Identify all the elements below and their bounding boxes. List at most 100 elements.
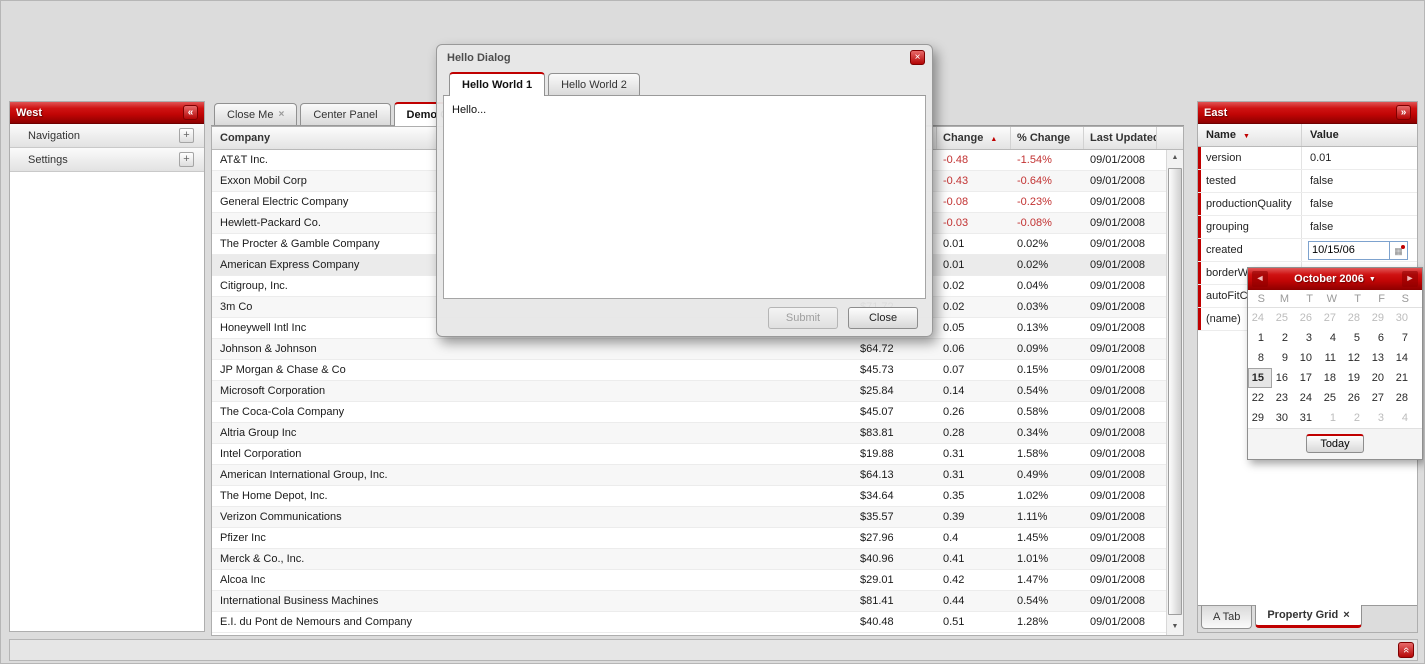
expand-south-icon[interactable]: « [1398, 642, 1414, 658]
day-cell[interactable]: 28 [1392, 388, 1416, 408]
day-cell[interactable]: 28 [1344, 308, 1368, 328]
day-cell[interactable]: 25 [1272, 308, 1296, 328]
accordion-item-navigation[interactable]: Navigation + [10, 124, 204, 148]
cell-price: $40.48 [844, 612, 937, 632]
column-header-value[interactable]: Value [1302, 124, 1417, 146]
day-cell[interactable]: 3 [1296, 328, 1320, 348]
calendar-trigger-icon[interactable]: ▦ [1390, 241, 1408, 260]
column-header-name[interactable]: Name ▼ [1198, 124, 1302, 146]
day-cell[interactable]: 21 [1392, 368, 1416, 388]
day-cell[interactable]: 3 [1368, 408, 1392, 428]
day-cell[interactable]: 14 [1392, 348, 1416, 368]
table-row[interactable]: The Coca-Cola Company$45.070.260.58%09/0… [212, 402, 1166, 423]
day-cell[interactable]: 1 [1248, 328, 1272, 348]
day-cell[interactable]: 6 [1368, 328, 1392, 348]
tab-close-icon[interactable]: × [278, 105, 284, 125]
day-cell[interactable]: 26 [1296, 308, 1320, 328]
tab-close-icon[interactable]: × [1343, 605, 1349, 626]
table-row[interactable]: Merck & Co., Inc.$40.960.411.01%09/01/20… [212, 549, 1166, 570]
month-selector[interactable]: October 2006 ▼ [1294, 273, 1376, 285]
prev-month-icon[interactable]: ◄ [1252, 271, 1268, 287]
date-field[interactable] [1308, 241, 1390, 260]
table-row[interactable]: Johnson & Johnson$64.720.060.09%09/01/20… [212, 339, 1166, 360]
dialog-header[interactable]: Hello Dialog × [437, 45, 932, 70]
submit-button[interactable]: Submit [768, 307, 838, 329]
day-cell[interactable]: 7 [1392, 328, 1416, 348]
selected-day-cell[interactable]: 15 [1248, 368, 1272, 388]
day-cell[interactable]: 5 [1344, 328, 1368, 348]
property-row[interactable]: groupingfalse [1198, 216, 1417, 239]
property-row[interactable]: created▦ [1198, 239, 1417, 262]
next-month-icon[interactable]: ► [1402, 271, 1418, 287]
table-row[interactable]: JP Morgan & Chase & Co$45.730.070.15%09/… [212, 360, 1166, 381]
expand-plus-icon[interactable]: + [179, 128, 194, 143]
day-cell[interactable]: 27 [1368, 388, 1392, 408]
day-cell[interactable]: 30 [1392, 308, 1416, 328]
day-cell[interactable]: 29 [1248, 408, 1272, 428]
day-cell[interactable]: 2 [1272, 328, 1296, 348]
collapse-left-icon[interactable]: « [183, 105, 198, 120]
day-cell[interactable]: 10 [1296, 348, 1320, 368]
day-cell[interactable]: 17 [1296, 368, 1320, 388]
expand-plus-icon[interactable]: + [179, 152, 194, 167]
table-row[interactable]: American International Group, Inc.$64.13… [212, 465, 1166, 486]
day-cell[interactable]: 20 [1368, 368, 1392, 388]
table-row[interactable]: Pfizer Inc$27.960.41.45%09/01/2008 [212, 528, 1166, 549]
tab-hello-world-2[interactable]: Hello World 2 [548, 73, 640, 95]
column-label: Name [1206, 129, 1236, 141]
tab-hello-world-1[interactable]: Hello World 1 [449, 72, 545, 96]
table-row[interactable]: Intel Corporation$19.880.311.58%09/01/20… [212, 444, 1166, 465]
column-header-pct-change[interactable]: % Change [1011, 127, 1084, 149]
property-row[interactable]: testedfalse [1198, 170, 1417, 193]
property-row[interactable]: productionQualityfalse [1198, 193, 1417, 216]
tab-close-me[interactable]: Close Me × [214, 103, 297, 125]
table-row[interactable]: International Business Machines$81.410.4… [212, 591, 1166, 612]
collapse-right-icon[interactable]: » [1396, 105, 1411, 120]
cell-upd: 09/01/2008 [1084, 402, 1157, 422]
close-button[interactable]: Close [848, 307, 918, 329]
day-cell[interactable]: 26 [1344, 388, 1368, 408]
tab-a-tab[interactable]: A Tab [1201, 606, 1252, 629]
day-cell[interactable]: 31 [1296, 408, 1320, 428]
table-row[interactable]: Verizon Communications$35.570.391.11%09/… [212, 507, 1166, 528]
table-row[interactable]: The Home Depot, Inc.$34.640.351.02%09/01… [212, 486, 1166, 507]
today-button[interactable]: Today [1306, 434, 1364, 453]
day-cell[interactable]: 4 [1392, 408, 1416, 428]
table-row[interactable]: Alcoa Inc$29.010.421.47%09/01/2008 [212, 570, 1166, 591]
day-cell[interactable]: 9 [1272, 348, 1296, 368]
tab-property-grid[interactable]: Property Grid × [1255, 605, 1361, 628]
scroll-up-icon[interactable]: ▲ [1167, 150, 1183, 166]
day-cell[interactable]: 1 [1320, 408, 1344, 428]
scroll-down-icon[interactable]: ▼ [1167, 619, 1183, 635]
day-cell[interactable]: 12 [1344, 348, 1368, 368]
scroll-thumb[interactable] [1168, 168, 1182, 615]
cell-price: $19.88 [844, 444, 937, 464]
day-cell[interactable]: 2 [1344, 408, 1368, 428]
day-cell[interactable]: 22 [1248, 388, 1272, 408]
day-cell[interactable]: 24 [1296, 388, 1320, 408]
table-row[interactable]: E.I. du Pont de Nemours and Company$40.4… [212, 612, 1166, 633]
day-cell[interactable]: 25 [1320, 388, 1344, 408]
column-header-change[interactable]: Change ▲ [937, 127, 1011, 149]
day-cell[interactable]: 4 [1320, 328, 1344, 348]
dialog-close-icon[interactable]: × [910, 50, 925, 65]
day-cell[interactable]: 11 [1320, 348, 1344, 368]
cell-pct: 1.45% [1011, 528, 1084, 548]
table-row[interactable]: Microsoft Corporation$25.840.140.54%09/0… [212, 381, 1166, 402]
day-cell[interactable]: 23 [1272, 388, 1296, 408]
day-cell[interactable]: 8 [1248, 348, 1272, 368]
column-header-last-updated[interactable]: Last Updated [1084, 127, 1157, 149]
table-row[interactable]: Altria Group Inc$83.810.280.34%09/01/200… [212, 423, 1166, 444]
day-cell[interactable]: 30 [1272, 408, 1296, 428]
day-cell[interactable]: 19 [1344, 368, 1368, 388]
day-cell[interactable]: 24 [1248, 308, 1272, 328]
day-cell[interactable]: 18 [1320, 368, 1344, 388]
property-row[interactable]: version0.01 [1198, 147, 1417, 170]
accordion-item-settings[interactable]: Settings + [10, 148, 204, 172]
grid-scrollbar[interactable]: ▲ ▼ [1166, 150, 1183, 635]
day-cell[interactable]: 27 [1320, 308, 1344, 328]
day-cell[interactable]: 16 [1272, 368, 1296, 388]
tab-center-panel[interactable]: Center Panel [300, 103, 390, 125]
day-cell[interactable]: 29 [1368, 308, 1392, 328]
day-cell[interactable]: 13 [1368, 348, 1392, 368]
